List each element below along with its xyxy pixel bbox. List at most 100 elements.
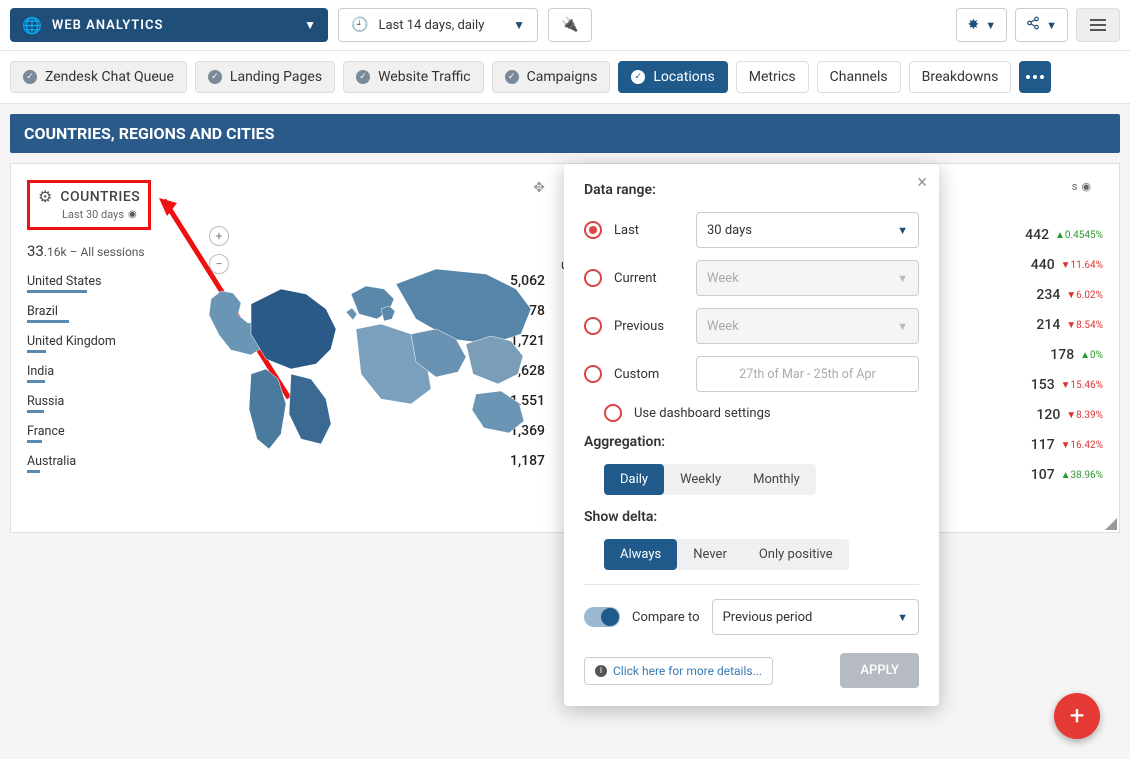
delta-value: ▲0.4545% [1055, 230, 1103, 241]
radio-last[interactable] [584, 221, 602, 239]
tab-label: Zendesk Chat Queue [45, 69, 174, 85]
chevron-down-icon: ▼ [897, 224, 908, 237]
agg-daily[interactable]: Daily [604, 464, 664, 495]
last-period-select[interactable]: 30 days ▼ [696, 212, 919, 248]
delta-value: ▼11.64% [1061, 260, 1103, 271]
data-range-heading: Data range: [584, 182, 919, 198]
chevron-down-icon: ▼ [897, 320, 908, 333]
tab-zendesk-chat-queue[interactable]: ✓Zendesk Chat Queue [10, 61, 187, 93]
agg-monthly[interactable]: Monthly [737, 464, 816, 495]
tab-label: Breakdowns [922, 69, 999, 85]
workspace-label: WEB ANALYTICS [52, 18, 164, 33]
check-icon: ✓ [631, 70, 645, 84]
top-bar: 🌐 WEB ANALYTICS ▼ 🕘 Last 14 days, daily … [0, 0, 1130, 51]
radio-last-label: Last [614, 223, 684, 238]
delta-value: ▼8.39% [1066, 410, 1103, 421]
radio-current[interactable] [584, 269, 602, 287]
chevron-down-icon: ▼ [897, 611, 908, 624]
delta-value: ▲38.96% [1061, 470, 1103, 481]
radio-previous-label: Previous [614, 319, 684, 334]
tab-website-traffic[interactable]: ✓ Website Traffic [343, 61, 484, 93]
compare-label: Compare to [632, 610, 700, 625]
move-icon[interactable]: ✥ [533, 180, 545, 196]
chevron-down-icon: ▼ [897, 272, 908, 285]
tab-label: Campaigns [527, 69, 598, 85]
daterange-selector[interactable]: 🕘 Last 14 days, daily ▼ [338, 8, 538, 42]
check-icon: ✓ [505, 70, 519, 84]
more-details-link[interactable]: i Click here for more details... [584, 657, 773, 685]
more-tabs-button[interactable] [1019, 61, 1051, 93]
city-value: 120 [1036, 407, 1060, 423]
radio-current-row: Current Week ▼ [584, 260, 919, 296]
sparkle-icon: ✸ [967, 17, 979, 33]
city-value: 107 [1031, 467, 1055, 483]
tab-campaigns[interactable]: ✓ Campaigns [492, 61, 611, 93]
workspace-selector[interactable]: 🌐 WEB ANALYTICS ▼ [10, 8, 328, 42]
tab-label: Website Traffic [378, 69, 471, 85]
gear-icon[interactable]: ⚙ [38, 187, 52, 206]
chevron-down-icon: ▼ [513, 18, 525, 32]
radio-custom[interactable] [584, 365, 602, 383]
tab-channels[interactable]: Channels [817, 61, 901, 93]
widget-header-highlight[interactable]: ⚙ COUNTRIES Last 30 days ◉ [27, 180, 151, 230]
clock-icon: 🕘 [351, 17, 368, 33]
tab-label: Locations [653, 69, 714, 85]
share-button[interactable]: ▼ [1015, 8, 1068, 42]
check-icon: ✓ [356, 70, 370, 84]
zoom-in-button[interactable]: + [209, 226, 229, 246]
date-range-popup: × Data range: Last 30 days ▼ Current Wee… [564, 164, 939, 706]
chevron-down-icon: ▼ [1046, 19, 1057, 32]
dots-icon [1026, 75, 1044, 79]
previous-period-select[interactable]: Week ▼ [696, 308, 919, 344]
aggregation-segment: Daily Weekly Monthly [604, 464, 816, 495]
city-value: 153 [1031, 377, 1055, 393]
agg-weekly[interactable]: Weekly [664, 464, 737, 495]
target-icon: ◉ [128, 209, 137, 220]
widget-subtitle: Last 30 days [62, 208, 124, 221]
compare-select[interactable]: Previous period ▼ [712, 599, 919, 635]
delta-value: ▼8.54% [1066, 320, 1103, 331]
tab-label: Landing Pages [230, 69, 322, 85]
section-header: COUNTRIES, REGIONS AND CITIES [10, 114, 1120, 153]
add-fab[interactable]: + [1054, 693, 1100, 739]
city-value: 442 [1025, 227, 1049, 243]
tab-label: Metrics [749, 69, 796, 85]
delta-never[interactable]: Never [677, 539, 743, 570]
check-icon: ✓ [208, 70, 222, 84]
tab-breakdowns[interactable]: Breakdowns [909, 61, 1012, 93]
theme-button[interactable]: ✸ ▼ [956, 8, 1007, 42]
radio-last-row: Last 30 days ▼ [584, 212, 919, 248]
menu-button[interactable] [1076, 8, 1120, 42]
radio-previous[interactable] [584, 317, 602, 335]
tab-label: Channels [830, 69, 888, 85]
current-period-select[interactable]: Week ▼ [696, 260, 919, 296]
world-map[interactable] [196, 244, 556, 464]
countries-widget: ⚙ COUNTRIES Last 30 days ◉ ✥ + − 33.16k … [11, 164, 561, 532]
compare-row: Compare to Previous period ▼ [584, 599, 919, 635]
compare-toggle[interactable] [584, 607, 620, 627]
share-icon [1026, 16, 1040, 34]
plug-icon: 🔌 [561, 17, 578, 33]
delta-always[interactable]: Always [604, 539, 677, 570]
tabs-bar: ✓Zendesk Chat Queue✓Landing Pages✓Websit… [0, 51, 1130, 104]
delta-segment: Always Never Only positive [604, 539, 849, 570]
tab-metrics[interactable]: Metrics [736, 61, 809, 93]
delta-value: ▼15.46% [1061, 380, 1103, 391]
custom-date-input[interactable]: 27th of Mar - 25th of Apr [696, 356, 919, 392]
tab-locations[interactable]: ✓ Locations [618, 61, 727, 93]
hamburger-icon [1090, 19, 1106, 31]
widget-title: COUNTRIES [60, 189, 140, 205]
delta-only-positive[interactable]: Only positive [743, 539, 849, 570]
chevron-down-icon: ▼ [304, 18, 316, 32]
plug-button[interactable]: 🔌 [548, 8, 592, 42]
radio-previous-row: Previous Week ▼ [584, 308, 919, 344]
close-button[interactable]: × [917, 172, 927, 193]
radio-custom-label: Custom [614, 367, 684, 382]
radio-use-dashboard[interactable] [604, 404, 622, 422]
apply-button[interactable]: APPLY [840, 653, 919, 688]
radio-dashboard-row: Use dashboard settings [604, 404, 919, 422]
city-value: 214 [1036, 317, 1060, 333]
delta-value: ▲0% [1080, 350, 1103, 361]
resize-handle[interactable] [1105, 518, 1117, 530]
tab-landing-pages[interactable]: ✓ Landing Pages [195, 61, 335, 93]
